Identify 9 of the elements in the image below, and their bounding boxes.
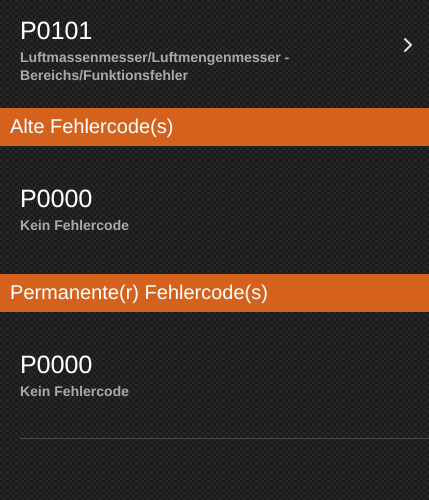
fault-description: Luftmassenmesser/Luftmengenmesser - Bereichs/Funktionsfehler bbox=[20, 48, 290, 84]
chevron-icon[interactable] bbox=[403, 37, 413, 53]
fault-code: P0000 bbox=[20, 350, 94, 380]
fault-description: Kein Fehlercode bbox=[20, 382, 130, 400]
section-header: Alte Fehlercode(s) bbox=[0, 108, 429, 146]
section-header: Permanente(r) Fehlercode(s) bbox=[0, 274, 429, 312]
fault-code: P0000 bbox=[20, 184, 94, 214]
fault-code: P0101 bbox=[20, 16, 94, 46]
fault-description: Kein Fehlercode bbox=[20, 216, 130, 234]
